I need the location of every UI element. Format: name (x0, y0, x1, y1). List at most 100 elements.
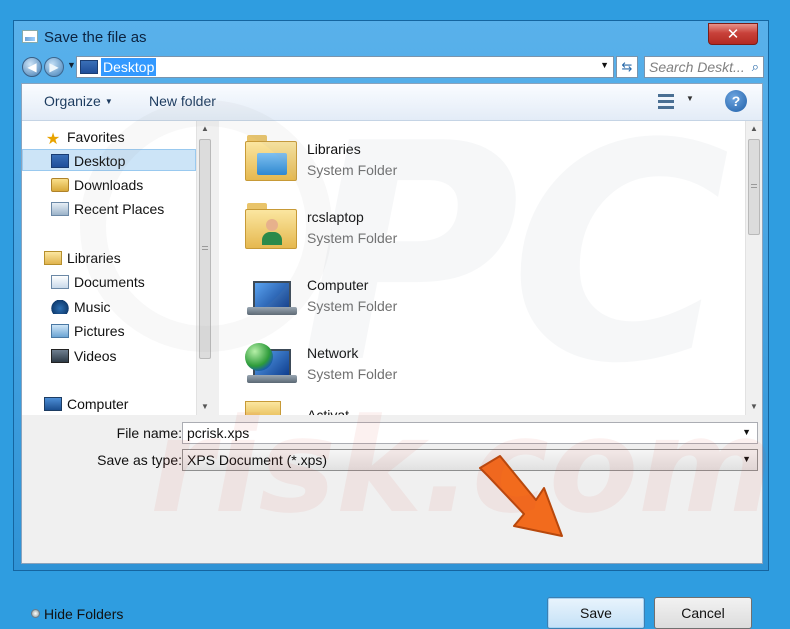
folder-icon[interactable] (245, 401, 281, 415)
change-view-icon[interactable] (658, 93, 674, 109)
list-item-rcslaptop[interactable]: rcslaptop System Folder (239, 189, 689, 251)
file-name-field[interactable]: pcrisk.xps ▼ (182, 422, 758, 444)
collapse-icon (31, 609, 40, 618)
nav-documents[interactable]: Documents (51, 271, 145, 293)
scroll-up-icon[interactable]: ▲ (746, 121, 762, 137)
videos-icon (51, 349, 69, 363)
nav-downloads-label: Downloads (74, 177, 144, 193)
save-as-type-value: XPS Document (*.xps) (187, 452, 328, 468)
star-icon: ★ (45, 131, 61, 148)
desktop-icon (80, 60, 98, 74)
search-placeholder: Search Deskt... (649, 59, 745, 75)
nav-documents-label: Documents (74, 274, 145, 290)
title-bar[interactable]: Save the file as ✕ (14, 21, 768, 55)
nav-recent-places-label: Recent Places (74, 201, 165, 217)
list-item-computer[interactable]: Computer System Folder (239, 257, 689, 319)
file-name-value[interactable]: pcrisk.xps (187, 425, 249, 441)
network-icon (245, 339, 297, 385)
hide-folders-label: Hide Folders (44, 606, 124, 622)
file-type: System Folder (307, 230, 398, 246)
file-list-pane: Libraries System Folder rcslaptop System… (219, 121, 762, 415)
address-bar-row: ◀ ▶ ▼ Desktop ▼ ⇆ Search Deskt... ⌕ (14, 54, 768, 82)
nav-computer-label: Computer (67, 396, 129, 412)
file-type: System Folder (307, 366, 398, 382)
scroll-down-icon[interactable]: ▼ (197, 399, 213, 415)
help-icon[interactable]: ? (725, 90, 747, 112)
nav-pictures-label: Pictures (74, 323, 125, 339)
file-name-partial[interactable]: Activat... (307, 407, 361, 415)
nav-computer[interactable]: Computer (44, 393, 128, 415)
new-folder-button[interactable]: New folder (149, 93, 216, 109)
cancel-button[interactable]: Cancel (654, 597, 752, 629)
nav-music-label: Music (74, 299, 111, 315)
navigation-pane: ★ Favorites Desktop Downloads Recent Plac… (22, 121, 213, 415)
libraries-icon (44, 251, 62, 265)
save-options-panel: File name: pcrisk.xps ▼ Save as type: XP… (22, 415, 762, 629)
scroll-down-icon[interactable]: ▼ (746, 399, 762, 415)
nav-desktop[interactable]: Desktop (22, 149, 196, 171)
address-dropdown-icon[interactable]: ▼ (600, 60, 609, 70)
scrollbar-thumb[interactable] (199, 139, 211, 359)
save-as-type-label: Save as type: (97, 452, 182, 468)
pictures-icon (51, 324, 69, 338)
grip-icon (751, 184, 757, 190)
search-icon[interactable]: ⌕ (752, 59, 759, 75)
navigation-scrollbar[interactable]: ▲ ▼ (196, 121, 213, 415)
music-icon (51, 300, 69, 314)
file-type: System Folder (307, 162, 398, 178)
save-as-type-dropdown-icon[interactable]: ▼ (742, 454, 751, 464)
file-name: Libraries (307, 141, 361, 157)
nav-music[interactable]: Music (51, 296, 111, 318)
dialog-client-area: Organize ▼ New folder ▼ ? ★ Favorites Desk… (21, 83, 763, 629)
desktop-icon (51, 154, 69, 168)
save-dialog-window: Save the file as ✕ ◀ ▶ ▼ Desktop ▼ ⇆ Sea… (13, 20, 769, 629)
nav-downloads[interactable]: Downloads (51, 174, 143, 196)
file-list-scrollbar[interactable]: ▲ ▼ (745, 121, 762, 415)
nav-libraries-label: Libraries (67, 250, 121, 266)
window-title: Save the file as (44, 29, 147, 46)
scrollbar-thumb[interactable] (748, 139, 760, 235)
scroll-up-icon[interactable]: ▲ (197, 121, 213, 137)
nav-videos-label: Videos (74, 348, 117, 364)
nav-favorites-label: Favorites (67, 129, 125, 145)
file-name: Network (307, 345, 359, 361)
libraries-folder-icon (245, 135, 297, 181)
documents-icon (51, 275, 69, 289)
nav-desktop-label: Desktop (74, 153, 126, 169)
organize-label: Organize (44, 93, 101, 109)
save-button[interactable]: Save (547, 597, 645, 629)
save-as-type-select[interactable]: XPS Document (*.xps) ▼ (182, 449, 758, 471)
nav-pictures[interactable]: Pictures (51, 320, 125, 342)
nav-videos[interactable]: Videos (51, 345, 117, 367)
file-type: System Folder (307, 298, 398, 314)
search-input[interactable]: Search Deskt... ⌕ (644, 56, 764, 78)
nav-recent-places[interactable]: Recent Places (51, 198, 164, 220)
downloads-folder-icon (51, 178, 69, 192)
hide-folders-button[interactable]: Hide Folders (31, 606, 123, 622)
organize-caret-icon: ▼ (104, 97, 113, 106)
file-name-label: File name: (116, 425, 182, 441)
computer-icon (44, 397, 62, 411)
recent-locations-dropdown-icon[interactable]: ▼ (67, 60, 76, 70)
file-name-dropdown-icon[interactable]: ▼ (742, 427, 751, 437)
back-arrow-icon[interactable]: ◀ (22, 57, 42, 77)
list-item-network[interactable]: Network System Folder (239, 325, 689, 387)
refresh-icon[interactable]: ⇆ (616, 56, 638, 78)
computer-icon (245, 271, 297, 317)
organize-button[interactable]: Organize ▼ (44, 93, 113, 109)
command-bar: Organize ▼ New folder ▼ ? (22, 84, 762, 121)
view-options-dropdown-icon[interactable]: ▼ (686, 94, 694, 103)
user-folder-icon (245, 203, 297, 249)
forward-arrow-icon[interactable]: ▶ (44, 57, 64, 77)
file-name: rcslaptop (307, 209, 364, 225)
grip-icon (202, 246, 208, 252)
nav-favorites[interactable]: ★ Favorites (44, 126, 125, 148)
recent-places-icon (51, 202, 69, 216)
address-location[interactable]: Desktop (101, 58, 157, 76)
list-item-libraries[interactable]: Libraries System Folder (239, 121, 689, 183)
close-button[interactable]: ✕ (708, 23, 758, 45)
nav-libraries[interactable]: Libraries (44, 247, 121, 269)
file-name: Computer (307, 277, 369, 293)
dialog-icon (22, 30, 38, 43)
address-bar[interactable]: Desktop ▼ (76, 56, 614, 78)
